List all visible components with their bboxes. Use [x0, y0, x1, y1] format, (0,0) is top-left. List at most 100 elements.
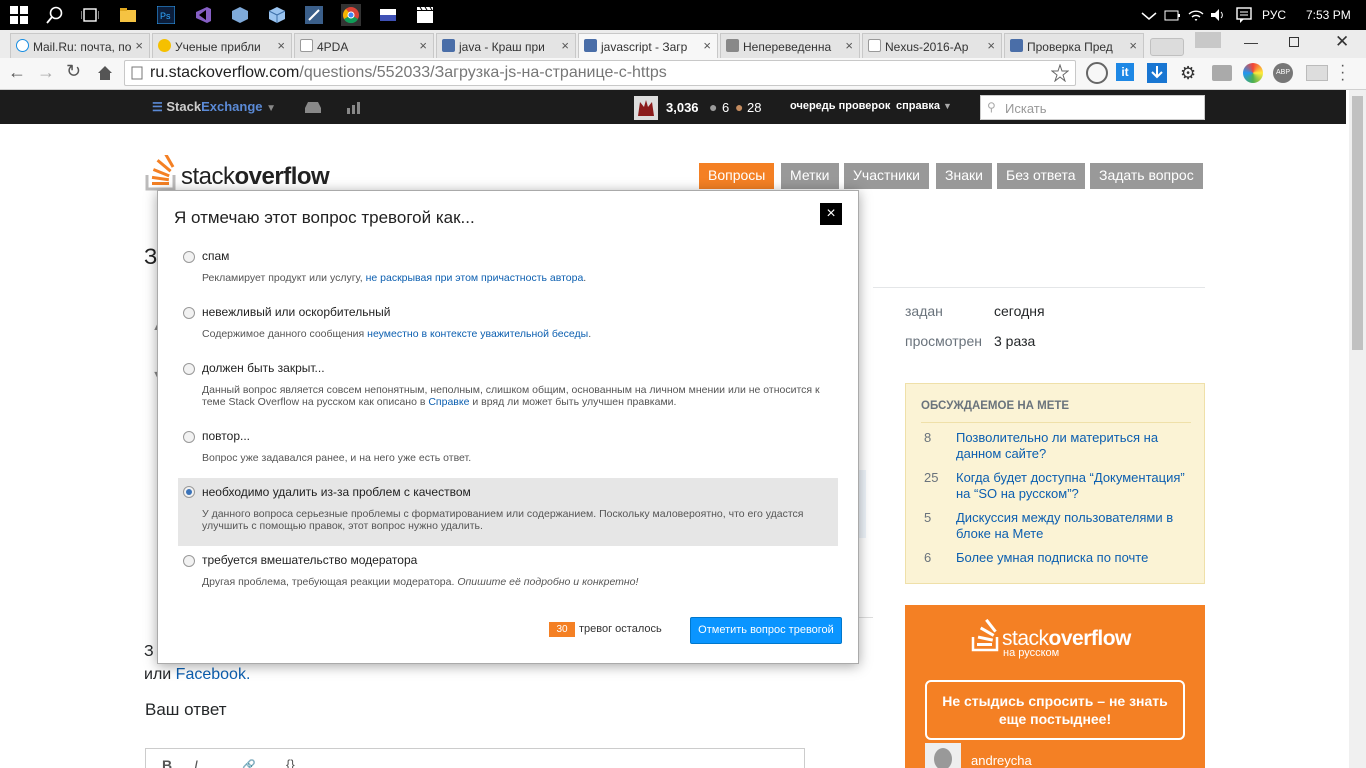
extension-icon[interactable]	[1086, 62, 1108, 84]
question-title[interactable]: З	[144, 244, 157, 270]
close-tab-icon[interactable]: ×	[419, 38, 427, 53]
app-window-icon[interactable]	[379, 6, 397, 24]
tab-javascript[interactable]: javascript - Загр ×	[578, 33, 718, 58]
code-icon[interactable]: {}	[286, 757, 295, 768]
achievements-icon[interactable]	[346, 100, 362, 114]
sidebar-ad[interactable]: stackoverflow на русском Не стыдись спро…	[905, 605, 1205, 768]
virtualbox-icon[interactable]	[231, 6, 249, 24]
restore-icon[interactable]	[1289, 37, 1299, 47]
flag-option-close[interactable]: должен быть закрыт... Данный вопрос явля…	[178, 359, 838, 415]
app-terminal-icon[interactable]	[305, 6, 323, 24]
review-queue-link[interactable]: очередь проверок	[790, 100, 890, 112]
file-explorer-icon[interactable]	[119, 6, 137, 24]
document-icon	[868, 39, 881, 52]
radio-spam[interactable]	[183, 251, 195, 263]
submit-flag-button[interactable]: Отметить вопрос тревогой	[690, 617, 842, 644]
help-link[interactable]: справка ▼	[896, 100, 952, 112]
wifi-icon[interactable]	[1187, 6, 1205, 24]
radio-duplicate[interactable]	[183, 431, 195, 443]
close-tab-icon[interactable]: ×	[277, 38, 285, 53]
menu-icon[interactable]: · · ·	[1340, 58, 1345, 88]
stackexchange-menu[interactable]: ☰ StackExchange ▼	[152, 99, 276, 114]
battery-icon[interactable]	[1163, 6, 1181, 24]
help-center-link[interactable]: Справке	[428, 396, 469, 408]
search-icon[interactable]	[46, 6, 64, 24]
flag-option-spam[interactable]: спам Рекламирует продукт или услугу, не …	[178, 247, 838, 293]
nav-unanswered[interactable]: Без ответа	[997, 163, 1085, 189]
flag-option-duplicate[interactable]: повтор... Вопрос уже задавался ранее, и …	[178, 427, 838, 464]
stackoverflow-favicon	[584, 39, 597, 52]
flag-option-moderator[interactable]: требуется вмешательство модератора Друга…	[178, 551, 838, 591]
chevron-up-icon[interactable]	[1140, 6, 1158, 24]
radio-close[interactable]	[183, 363, 195, 375]
forward-icon[interactable]: →	[37, 62, 55, 83]
app-cube-icon[interactable]	[268, 6, 286, 24]
tab-mailru[interactable]: Mail.Ru: почта, по ×	[10, 33, 150, 58]
media-player-icon[interactable]	[416, 6, 434, 24]
radio-delete-quality[interactable]	[183, 486, 195, 498]
tab-untranslated[interactable]: Непереведенна ×	[720, 33, 860, 58]
close-icon[interactable]: ×	[820, 203, 842, 225]
spam-help-link[interactable]: не раскрывая при этом причастность автор…	[366, 272, 584, 284]
back-icon[interactable]: ←	[8, 62, 26, 83]
notification-icon[interactable]	[1235, 6, 1253, 24]
tab-4pda[interactable]: 4PDA ×	[294, 33, 434, 58]
nav-tags[interactable]: Метки	[781, 163, 839, 189]
reputation[interactable]: 3,036	[666, 100, 699, 115]
radio-rude[interactable]	[183, 307, 195, 319]
search-input[interactable]: ⚲ Искать	[980, 95, 1205, 120]
visual-studio-icon[interactable]	[194, 6, 212, 24]
close-tab-icon[interactable]: ×	[135, 38, 143, 53]
clock[interactable]: 7:53 PM	[1306, 8, 1351, 22]
close-tab-icon[interactable]: ×	[845, 38, 853, 53]
close-tab-icon[interactable]: ×	[987, 38, 995, 53]
close-tab-icon[interactable]: ×	[561, 38, 569, 53]
download-extension-icon[interactable]	[1147, 63, 1167, 83]
facebook-login-link[interactable]: Facebook.	[176, 666, 251, 683]
bookmark-star-icon[interactable]	[1051, 64, 1069, 82]
tab-nexus[interactable]: Nexus-2016-Ар ×	[862, 33, 1002, 58]
adblock-icon[interactable]: ABP	[1273, 63, 1293, 83]
task-view-icon[interactable]	[80, 6, 100, 24]
bold-icon[interactable]: B	[162, 757, 172, 768]
home-icon[interactable]	[96, 64, 114, 82]
italic-icon[interactable]: I	[194, 757, 198, 768]
answer-editor-toolbar[interactable]: B I 🔗 {}	[145, 748, 805, 768]
nav-ask-question[interactable]: Задать вопрос	[1090, 163, 1203, 189]
flag-option-rude[interactable]: невежливый или оскорбительный Содержимое…	[178, 303, 838, 349]
minimize-icon[interactable]: —	[1244, 34, 1258, 50]
radio-moderator[interactable]	[183, 555, 195, 567]
volume-icon[interactable]	[1209, 6, 1227, 24]
close-tab-icon[interactable]: ×	[1129, 38, 1137, 53]
nav-users[interactable]: Участники	[844, 163, 929, 189]
nav-badges[interactable]: Знаки	[936, 163, 992, 189]
avatar[interactable]	[634, 96, 658, 120]
profile-icon[interactable]	[1195, 32, 1221, 48]
new-tab-button[interactable]	[1150, 38, 1184, 56]
inbox-icon[interactable]	[304, 100, 322, 114]
chevron-down-icon: ▼	[943, 101, 952, 111]
extension-it-icon[interactable]: it	[1116, 63, 1134, 81]
ad-slogan: Не стыдись спросить – не знать еще посты…	[925, 680, 1185, 740]
nav-questions[interactable]: Вопросы	[699, 163, 775, 189]
link-icon[interactable]: 🔗	[242, 759, 256, 768]
reload-icon[interactable]: ↻	[66, 61, 81, 82]
close-tab-icon[interactable]: ×	[703, 38, 711, 53]
tab-review[interactable]: Проверка Пред ×	[1004, 33, 1144, 58]
tab-science[interactable]: Ученые прибли ×	[152, 33, 292, 58]
flag-option-delete-quality[interactable]: необходимо удалить из-за проблем с качес…	[178, 478, 838, 546]
extension-sync-icon[interactable]	[1212, 65, 1232, 81]
tab-java[interactable]: java - Краш при ×	[436, 33, 576, 58]
language-indicator[interactable]: РУС	[1262, 8, 1286, 22]
stackoverflow-logo-icon	[145, 151, 176, 191]
photoshop-icon[interactable]: Ps	[156, 5, 176, 25]
color-extension-icon[interactable]	[1243, 63, 1263, 83]
windows-start-icon[interactable]	[10, 6, 28, 24]
extension-box-icon[interactable]	[1306, 65, 1328, 81]
rude-help-link[interactable]: неуместно в контексте уважительной бесед…	[367, 328, 588, 340]
site-logo-text[interactable]: stackoverflow	[181, 163, 330, 191]
gear-icon[interactable]: ⚙	[1180, 63, 1196, 84]
scrollbar-thumb[interactable]	[1352, 96, 1363, 350]
close-window-icon[interactable]: ✕	[1335, 32, 1349, 52]
chrome-icon[interactable]	[341, 4, 361, 26]
